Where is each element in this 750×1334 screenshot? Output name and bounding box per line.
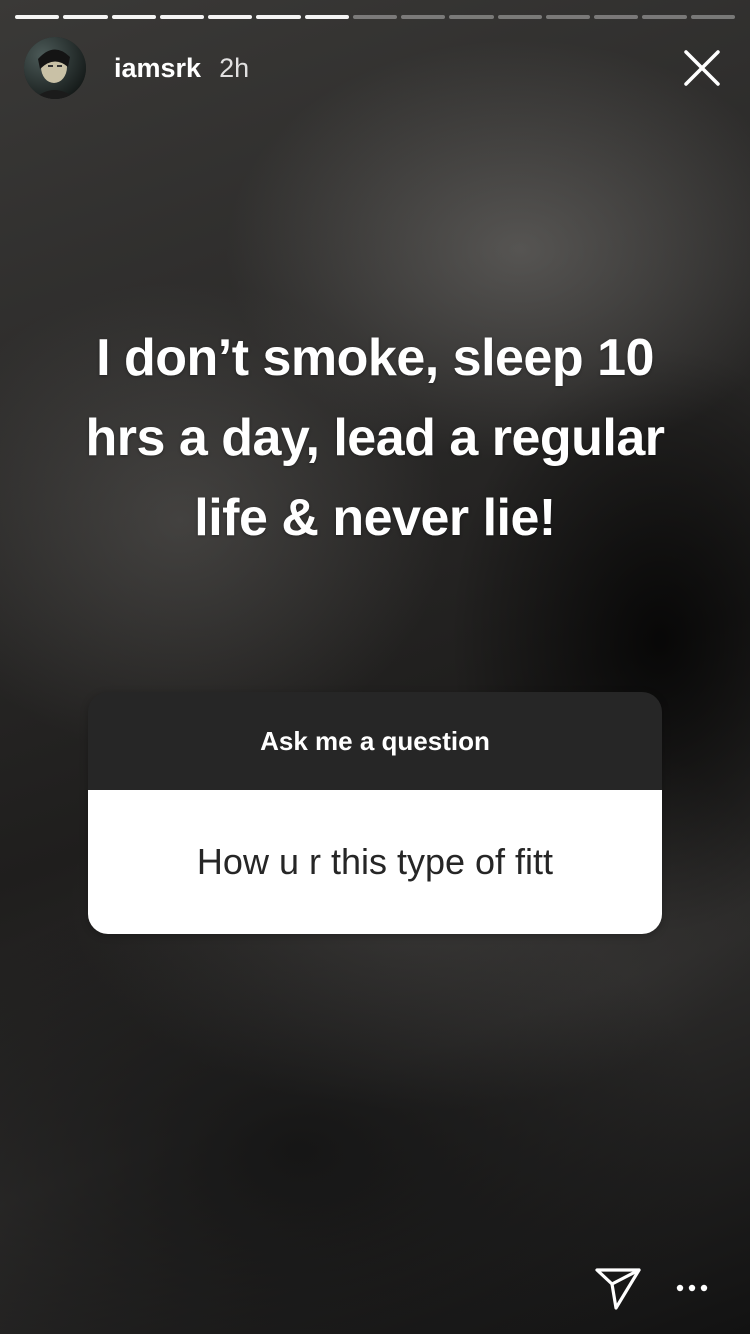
progress-segment: [352, 15, 398, 19]
progress-segment: [545, 15, 591, 19]
progress-segment: [690, 15, 735, 19]
caption-line: hrs a day, lead a regular: [85, 409, 665, 467]
story-caption: I don’t smoke, sleep 10 hrs a day, lead …: [20, 318, 730, 558]
send-icon[interactable]: [594, 1266, 642, 1312]
caption-line: I don’t smoke, sleep 10: [96, 329, 654, 387]
question-answer: How u r this type of fitt: [88, 790, 662, 934]
progress-segment: [401, 15, 446, 19]
progress-segment: [63, 15, 108, 19]
progress-segment: [15, 15, 60, 19]
story-username[interactable]: iamsrk: [114, 53, 201, 84]
avatar[interactable]: [24, 37, 86, 99]
story-viewer[interactable]: iamsrk 2h I don’t smoke, sleep 10 hrs a …: [0, 0, 750, 1334]
progress-segment: [497, 15, 542, 19]
story-header: iamsrk 2h: [24, 36, 726, 100]
progress-segment: [159, 15, 205, 19]
question-sticker[interactable]: Ask me a question How u r this type of f…: [88, 692, 662, 934]
progress-segment: [208, 15, 253, 19]
progress-segment: [111, 15, 156, 19]
close-icon[interactable]: [682, 48, 722, 88]
more-options-icon[interactable]: [672, 1278, 712, 1298]
caption-line: life & never lie!: [194, 489, 556, 547]
avatar-image: [24, 37, 86, 99]
progress-segment: [642, 15, 687, 19]
story-timestamp: 2h: [219, 52, 250, 83]
progress-segment: [449, 15, 494, 19]
progress-segment: [304, 15, 349, 19]
question-prompt: Ask me a question: [88, 692, 662, 790]
progress-segment: [256, 15, 301, 19]
progress-segment: [594, 15, 639, 19]
story-progress-bar: [15, 15, 735, 19]
